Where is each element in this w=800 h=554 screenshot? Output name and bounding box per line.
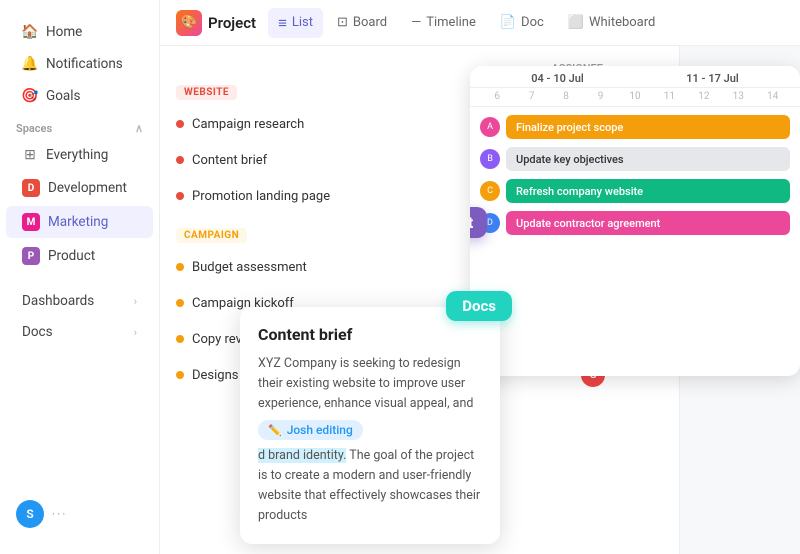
space-dot-product: P [22, 247, 40, 265]
sidebar-item-label: Home [46, 24, 82, 40]
sidebar-item-dashboards[interactable]: Dashboards › [6, 286, 153, 316]
grid-icon: ⊞ [22, 147, 38, 163]
bottom-section: Dashboards › Docs › [0, 285, 159, 348]
gantt-avatar: A [480, 117, 500, 137]
gantt-day: 10 [618, 91, 652, 102]
sidebar-item-label: Marketing [48, 214, 108, 230]
arrow-right-icon: › [134, 295, 137, 308]
goals-icon: 🎯 [22, 88, 38, 104]
tab-board[interactable]: ⊡ Board [327, 9, 397, 36]
gantt-bar-row: C Refresh company website [480, 179, 790, 203]
project-title: 🎨 Project [176, 10, 256, 36]
docs-card: Docs Content brief XYZ Company is seekin… [240, 307, 500, 544]
sidebar-item-docs[interactable]: Docs › [6, 317, 153, 347]
gantt-label-badge: Gantt [470, 207, 487, 238]
gantt-day: 12 [687, 91, 721, 102]
section-label-campaign: CAMPAIGN [176, 228, 247, 243]
gantt-day: 7 [514, 91, 548, 102]
task-status-dot [176, 192, 184, 200]
whiteboard-icon: ⬜ [568, 15, 584, 30]
gantt-bar-refresh: Refresh company website [506, 179, 790, 203]
task-status-dot [176, 335, 184, 343]
top-navigation: 🎨 Project ≡ List ⊡ Board — Timeline 📄 Do… [160, 0, 800, 46]
gantt-week1-label: 04 - 10 Jul [480, 72, 635, 85]
list-icon: ≡ [278, 14, 287, 32]
gantt-avatar: C [480, 181, 500, 201]
highlighted-text: d brand identity. [258, 448, 346, 463]
bell-icon: 🔔 [22, 56, 38, 72]
gantt-bar-objectives: Update key objectives [506, 147, 790, 171]
tab-doc[interactable]: 📄 Doc [490, 9, 554, 36]
task-status-dot [176, 371, 184, 379]
gantt-bar-row: A Finalize project scope [480, 115, 790, 139]
timeline-icon: — [411, 15, 421, 30]
sidebar-item-label: Docs [22, 324, 53, 340]
sidebar: 🏠 Home 🔔 Notifications 🎯 Goals Spaces ∧ … [0, 0, 160, 554]
sidebar-item-label: Notifications [46, 56, 123, 72]
gantt-day: 11 [652, 91, 686, 102]
gantt-day: 9 [583, 91, 617, 102]
content-area: ASSIGNEE WEBSITE Campaign research A [160, 46, 800, 554]
arrow-right-icon: › [134, 326, 137, 339]
gantt-avatar: B [480, 149, 500, 169]
tab-list[interactable]: ≡ List [268, 8, 323, 38]
gantt-chart-panel: 04 - 10 Jul 11 - 17 Jul 6 7 8 9 10 11 12… [470, 66, 800, 376]
gantt-week2-label: 11 - 17 Jul [635, 72, 790, 85]
task-status-dot [176, 120, 184, 128]
chevron-icon: ∧ [135, 122, 143, 135]
user-menu-dots[interactable]: ··· [52, 507, 67, 521]
sidebar-item-notifications[interactable]: 🔔 Notifications [6, 49, 153, 79]
task-status-dot [176, 156, 184, 164]
board-icon: ⊡ [337, 15, 348, 30]
docs-card-text-highlighted: d brand identity. The goal of the projec… [258, 446, 482, 526]
sidebar-item-product[interactable]: P Product [6, 240, 153, 272]
main-content: 🎨 Project ≡ List ⊡ Board — Timeline 📄 Do… [160, 0, 800, 554]
sidebar-item-label: Everything [46, 147, 108, 163]
task-status-dot [176, 263, 184, 271]
sidebar-item-label: Goals [46, 88, 81, 104]
docs-card-title: Content brief [258, 325, 482, 344]
space-dot-marketing: M [22, 213, 40, 231]
tab-whiteboard[interactable]: ⬜ Whiteboard [558, 9, 666, 36]
docs-label-badge: Docs [446, 291, 512, 321]
sidebar-item-everything[interactable]: ⊞ Everything [6, 140, 153, 170]
gantt-day: 8 [549, 91, 583, 102]
spaces-section-title: Spaces ∧ [0, 112, 159, 139]
avatar[interactable]: S [16, 500, 44, 528]
gantt-day: 6 [480, 91, 514, 102]
sidebar-item-goals[interactable]: 🎯 Goals [6, 81, 153, 111]
sidebar-item-label: Product [48, 248, 95, 264]
section-label-website: WEBSITE [176, 85, 237, 100]
gantt-bar-finalize: Finalize project scope [506, 115, 790, 139]
pencil-icon: ✏️ [268, 424, 282, 437]
sidebar-item-development[interactable]: D Development [6, 172, 153, 204]
gantt-day: 14 [756, 91, 790, 102]
space-dot-development: D [22, 179, 40, 197]
doc-icon: 📄 [500, 15, 516, 30]
tab-timeline[interactable]: — Timeline [401, 9, 486, 36]
home-icon: 🏠 [22, 24, 38, 40]
sidebar-item-label: Dashboards [22, 293, 94, 309]
user-section: S ··· [0, 490, 159, 538]
project-icon: 🎨 [176, 10, 202, 36]
gantt-day: 13 [721, 91, 755, 102]
sidebar-item-home[interactable]: 🏠 Home [6, 17, 153, 47]
sidebar-item-label: Development [48, 180, 127, 196]
task-status-dot [176, 299, 184, 307]
gantt-bar-row: B Update key objectives [480, 147, 790, 171]
editor-badge: ✏️ Josh editing [258, 420, 363, 440]
sidebar-item-marketing[interactable]: M Marketing [6, 206, 153, 238]
docs-card-body: XYZ Company is seeking to redesign their… [258, 354, 482, 414]
gantt-bar-row: D Update contractor agreement Gantt [480, 211, 790, 235]
gantt-bar-contractor: Update contractor agreement [506, 211, 790, 235]
